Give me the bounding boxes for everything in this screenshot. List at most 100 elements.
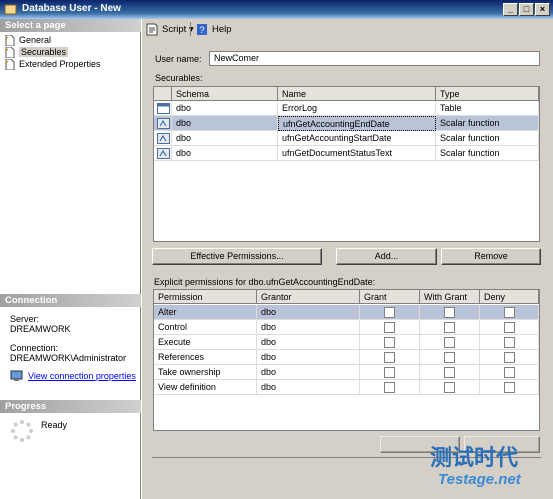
with-grant-checkbox[interactable] <box>444 367 455 378</box>
page-icon <box>4 47 15 58</box>
grant-checkbox[interactable] <box>384 307 395 318</box>
with-grant-checkbox[interactable] <box>444 352 455 363</box>
with-grant-checkbox[interactable] <box>444 307 455 318</box>
title-bar: Database User - New _ □ × <box>0 0 553 19</box>
cell-type: Scalar function <box>436 116 539 131</box>
grant-checkbox[interactable] <box>384 382 395 393</box>
table-row[interactable]: dbo ufnGetAccountingEndDate Scalar funct… <box>154 116 539 131</box>
column-header-grant[interactable]: Grant <box>360 290 420 304</box>
grant-checkbox[interactable] <box>384 337 395 348</box>
permission-row[interactable]: References dbo <box>154 350 539 365</box>
grant-checkbox[interactable] <box>384 352 395 363</box>
cell-name: ufnGetDocumentStatusText <box>278 146 436 161</box>
table-icon <box>157 103 170 114</box>
cell-schema: dbo <box>172 131 278 146</box>
cell-grantor: dbo <box>257 380 360 395</box>
deny-checkbox[interactable] <box>504 352 515 363</box>
watermark-cn: 测试时代 <box>430 445 519 470</box>
connection-properties-icon <box>10 370 23 381</box>
cell-name: ufnGetAccountingEndDate <box>278 116 436 131</box>
column-header-icon <box>154 87 172 101</box>
help-button[interactable]: ? Help <box>196 22 232 37</box>
cell-grantor: dbo <box>257 335 360 350</box>
page-icon <box>4 35 15 46</box>
permission-row[interactable]: Take ownership dbo <box>154 365 539 380</box>
cell-permission: Execute <box>154 335 257 350</box>
left-panel: Select a page General Securables Extende… <box>0 19 141 499</box>
connection-header: Connection <box>0 294 141 307</box>
column-header-type[interactable]: Type <box>436 87 539 101</box>
deny-checkbox[interactable] <box>504 322 515 333</box>
cell-permission: Take ownership <box>154 365 257 380</box>
function-icon <box>157 148 170 159</box>
function-icon <box>157 133 170 144</box>
connection-label: Connection: <box>10 343 59 353</box>
function-icon <box>157 118 170 129</box>
user-name-label: User name: <box>155 54 202 64</box>
column-header-with-grant[interactable]: With Grant <box>420 290 480 304</box>
cell-type: Table <box>436 101 539 116</box>
permission-row[interactable]: View definition dbo <box>154 380 539 395</box>
cell-name: ErrorLog <box>278 101 436 116</box>
svg-text:?: ? <box>199 25 204 35</box>
toolbar-separator <box>190 22 191 36</box>
watermark: 测试时代 Testage.net <box>400 438 550 496</box>
grant-checkbox[interactable] <box>384 322 395 333</box>
script-icon <box>146 23 158 36</box>
progress-status: Ready <box>41 420 68 430</box>
user-name-field[interactable]: NewComer <box>209 51 540 66</box>
view-connection-properties-link[interactable]: View connection properties <box>28 371 136 381</box>
cell-permission: Control <box>154 320 257 335</box>
table-row[interactable]: dbo ufnGetDocumentStatusText Scalar func… <box>154 146 539 161</box>
grant-checkbox[interactable] <box>384 367 395 378</box>
progress-header: Progress <box>0 400 141 413</box>
cell-grantor: dbo <box>257 350 360 365</box>
column-header-permission[interactable]: Permission <box>154 290 257 304</box>
select-page-header: Select a page <box>0 19 141 32</box>
cell-name: ufnGetAccountingStartDate <box>278 131 436 146</box>
cell-permission: Alter <box>154 305 257 320</box>
cell-permission: References <box>154 350 257 365</box>
server-value: DREAMWORK <box>10 324 71 334</box>
with-grant-checkbox[interactable] <box>444 322 455 333</box>
cell-permission: View definition <box>154 380 257 395</box>
connection-value: DREAMWORK\Administrator <box>10 353 127 363</box>
table-row[interactable]: dbo ErrorLog Table <box>154 101 539 116</box>
cell-schema: dbo <box>172 146 278 161</box>
cell-grantor: dbo <box>257 365 360 380</box>
cell-schema: dbo <box>172 116 278 131</box>
deny-checkbox[interactable] <box>504 307 515 318</box>
securables-grid[interactable]: Schema Name Type dbo ErrorLog Table dbo … <box>153 86 540 242</box>
close-button[interactable]: × <box>535 3 550 16</box>
with-grant-checkbox[interactable] <box>444 337 455 348</box>
deny-checkbox[interactable] <box>504 382 515 393</box>
column-header-deny[interactable]: Deny <box>480 290 539 304</box>
permission-row[interactable]: Alter dbo <box>154 305 539 320</box>
server-label: Server: <box>10 314 40 324</box>
deny-checkbox[interactable] <box>504 337 515 348</box>
window-title: Database User - New <box>22 3 121 14</box>
remove-button[interactable]: Remove <box>441 248 541 265</box>
permission-row[interactable]: Control dbo <box>154 320 539 335</box>
deny-checkbox[interactable] <box>504 367 515 378</box>
cell-grantor: dbo <box>257 320 360 335</box>
script-button[interactable]: Script ▾ <box>146 22 194 37</box>
permissions-grid[interactable]: Permission Grantor Grant With Grant Deny… <box>153 289 540 431</box>
column-header-grantor[interactable]: Grantor <box>257 290 360 304</box>
minimize-button[interactable]: _ <box>503 3 518 16</box>
effective-permissions-button[interactable]: Effective Permissions... <box>152 248 322 265</box>
permissions-caption: Explicit permissions for dbo.ufnGetAccou… <box>154 277 376 287</box>
securables-label: Securables: <box>155 73 203 83</box>
permission-row[interactable]: Execute dbo <box>154 335 539 350</box>
with-grant-checkbox[interactable] <box>444 382 455 393</box>
app-icon <box>4 4 17 15</box>
column-header-name[interactable]: Name <box>278 87 436 101</box>
progress-spinner-icon <box>11 420 33 442</box>
column-header-schema[interactable]: Schema <box>172 87 278 101</box>
cell-grantor: dbo <box>257 305 360 320</box>
add-button[interactable]: Add... <box>336 248 437 265</box>
page-icon <box>4 59 15 70</box>
table-row[interactable]: dbo ufnGetAccountingStartDate Scalar fun… <box>154 131 539 146</box>
nav-item-extended-properties[interactable]: Extended Properties <box>4 58 101 71</box>
maximize-button[interactable]: □ <box>519 3 534 16</box>
